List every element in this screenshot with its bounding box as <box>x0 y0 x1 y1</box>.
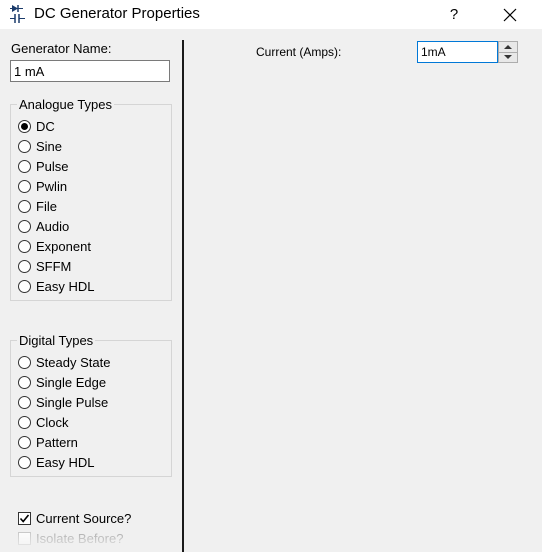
radio-exponent[interactable]: Exponent <box>18 237 91 255</box>
radio-label: Single Edge <box>36 374 107 390</box>
radio-sffm[interactable]: SFFM <box>18 257 71 275</box>
radio-sine[interactable]: Sine <box>18 137 62 155</box>
radio-button[interactable] <box>18 219 31 233</box>
radio-button[interactable] <box>18 139 31 153</box>
title-bar: DC Generator Properties ? <box>0 0 542 29</box>
radio-button[interactable] <box>18 395 31 409</box>
radio-label: File <box>36 198 57 214</box>
radio-dc[interactable]: DC <box>18 117 55 135</box>
radio-button[interactable] <box>18 355 31 369</box>
radio-label: Pulse <box>36 158 69 174</box>
radio-button[interactable] <box>18 455 31 469</box>
radio-button[interactable] <box>18 119 31 133</box>
arrow-down-icon <box>504 55 512 59</box>
radio-easy-hdl-analogue[interactable]: Easy HDL <box>18 277 95 295</box>
radio-label: SFFM <box>36 258 72 274</box>
radio-label: Single Pulse <box>36 394 109 410</box>
isolate-before-option[interactable]: Isolate Before? <box>18 529 123 547</box>
current-label: Current (Amps): <box>256 45 342 59</box>
radio-label: DC <box>36 118 55 134</box>
radio-file[interactable]: File <box>18 197 57 215</box>
radio-pattern[interactable]: Pattern <box>18 433 78 451</box>
radio-pwlin[interactable]: Pwlin <box>18 177 67 195</box>
right-pane <box>184 29 542 552</box>
analogue-types-title: Analogue Types <box>17 97 114 112</box>
radio-label: Clock <box>36 414 69 430</box>
generator-name-input[interactable] <box>10 60 170 82</box>
close-icon <box>503 8 517 21</box>
arrow-up-icon <box>504 45 512 49</box>
radio-button[interactable] <box>18 435 31 449</box>
current-source-checkbox[interactable] <box>18 511 31 525</box>
radio-audio[interactable]: Audio <box>18 217 69 235</box>
radio-button[interactable] <box>18 375 31 389</box>
current-source-label: Current Source? <box>36 510 132 526</box>
isolate-before-checkbox[interactable] <box>18 531 31 545</box>
radio-single-pulse[interactable]: Single Pulse <box>18 393 108 411</box>
current-input[interactable] <box>417 41 498 63</box>
radio-label: Sine <box>36 138 63 154</box>
radio-pulse[interactable]: Pulse <box>18 157 69 175</box>
isolate-before-label: Isolate Before? <box>36 530 124 546</box>
spin-down-button[interactable] <box>499 52 517 62</box>
radio-button[interactable] <box>18 279 31 293</box>
radio-label: Pwlin <box>36 178 68 194</box>
radio-label: Easy HDL <box>36 454 95 470</box>
radio-label: Exponent <box>36 238 91 254</box>
radio-steady-state[interactable]: Steady State <box>18 353 110 371</box>
radio-label: Pattern <box>36 434 78 450</box>
radio-button[interactable] <box>18 159 31 173</box>
radio-label: Steady State <box>36 354 111 370</box>
radio-clock[interactable]: Clock <box>18 413 69 431</box>
radio-button[interactable] <box>18 199 31 213</box>
digital-types-title: Digital Types <box>17 333 96 348</box>
window-title: DC Generator Properties <box>34 5 200 22</box>
radio-button[interactable] <box>18 415 31 429</box>
close-button[interactable] <box>490 0 530 29</box>
radio-button[interactable] <box>18 259 31 273</box>
radio-label: Easy HDL <box>36 278 95 294</box>
current-source-option[interactable]: Current Source? <box>18 509 131 527</box>
help-button[interactable]: ? <box>436 0 472 29</box>
checkmark-icon <box>19 513 30 523</box>
generator-icon <box>10 5 25 23</box>
radio-single-edge[interactable]: Single Edge <box>18 373 106 391</box>
pane-divider <box>182 40 184 552</box>
radio-easy-hdl-digital[interactable]: Easy HDL <box>18 453 95 471</box>
current-spinner <box>498 41 518 63</box>
generator-name-label: Generator Name: <box>11 41 112 56</box>
radio-button[interactable] <box>18 179 31 193</box>
radio-button[interactable] <box>18 239 31 253</box>
radio-label: Audio <box>36 218 70 234</box>
